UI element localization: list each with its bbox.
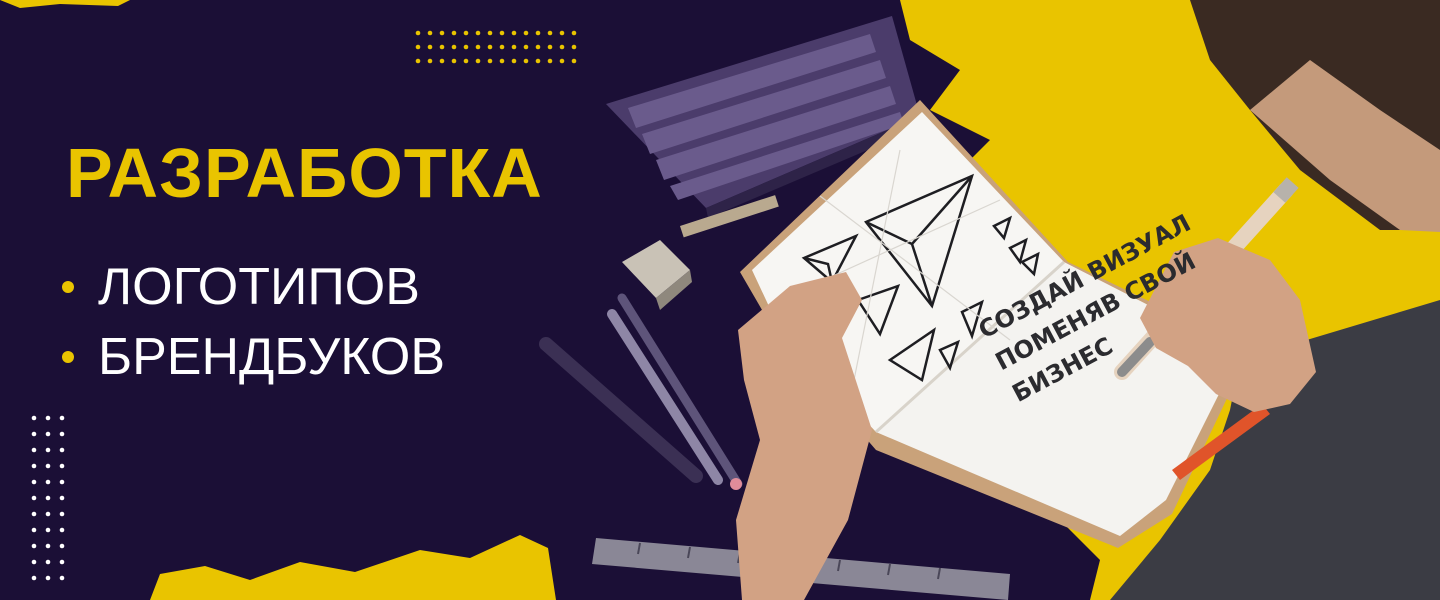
yellow-brush-splash-bottom [150, 535, 556, 600]
service-item-label: ЛОГОТИПОВ [98, 258, 420, 316]
service-item-logos: ЛОГОТИПОВ [62, 252, 445, 322]
promo-banner: СОЗДАЙ ВИЗУАЛ ПОМЕНЯВ СВОЙ БИЗНЕС РАЗРАБ… [0, 0, 1440, 600]
bullet-dot-icon [62, 281, 74, 293]
dot-grid-left [31, 415, 65, 581]
service-item-brandbooks: БРЕНДБУКОВ [62, 322, 445, 392]
yellow-brush-splash-top [0, 0, 130, 8]
service-list: ЛОГОТИПОВ БРЕНДБУКОВ [62, 252, 445, 392]
headline: РАЗРАБОТКА [66, 134, 543, 212]
dot-grid-top [415, 30, 577, 64]
pens-illustration [539, 293, 743, 490]
service-item-label: БРЕНДБУКОВ [98, 328, 446, 386]
bullet-dot-icon [62, 351, 74, 363]
